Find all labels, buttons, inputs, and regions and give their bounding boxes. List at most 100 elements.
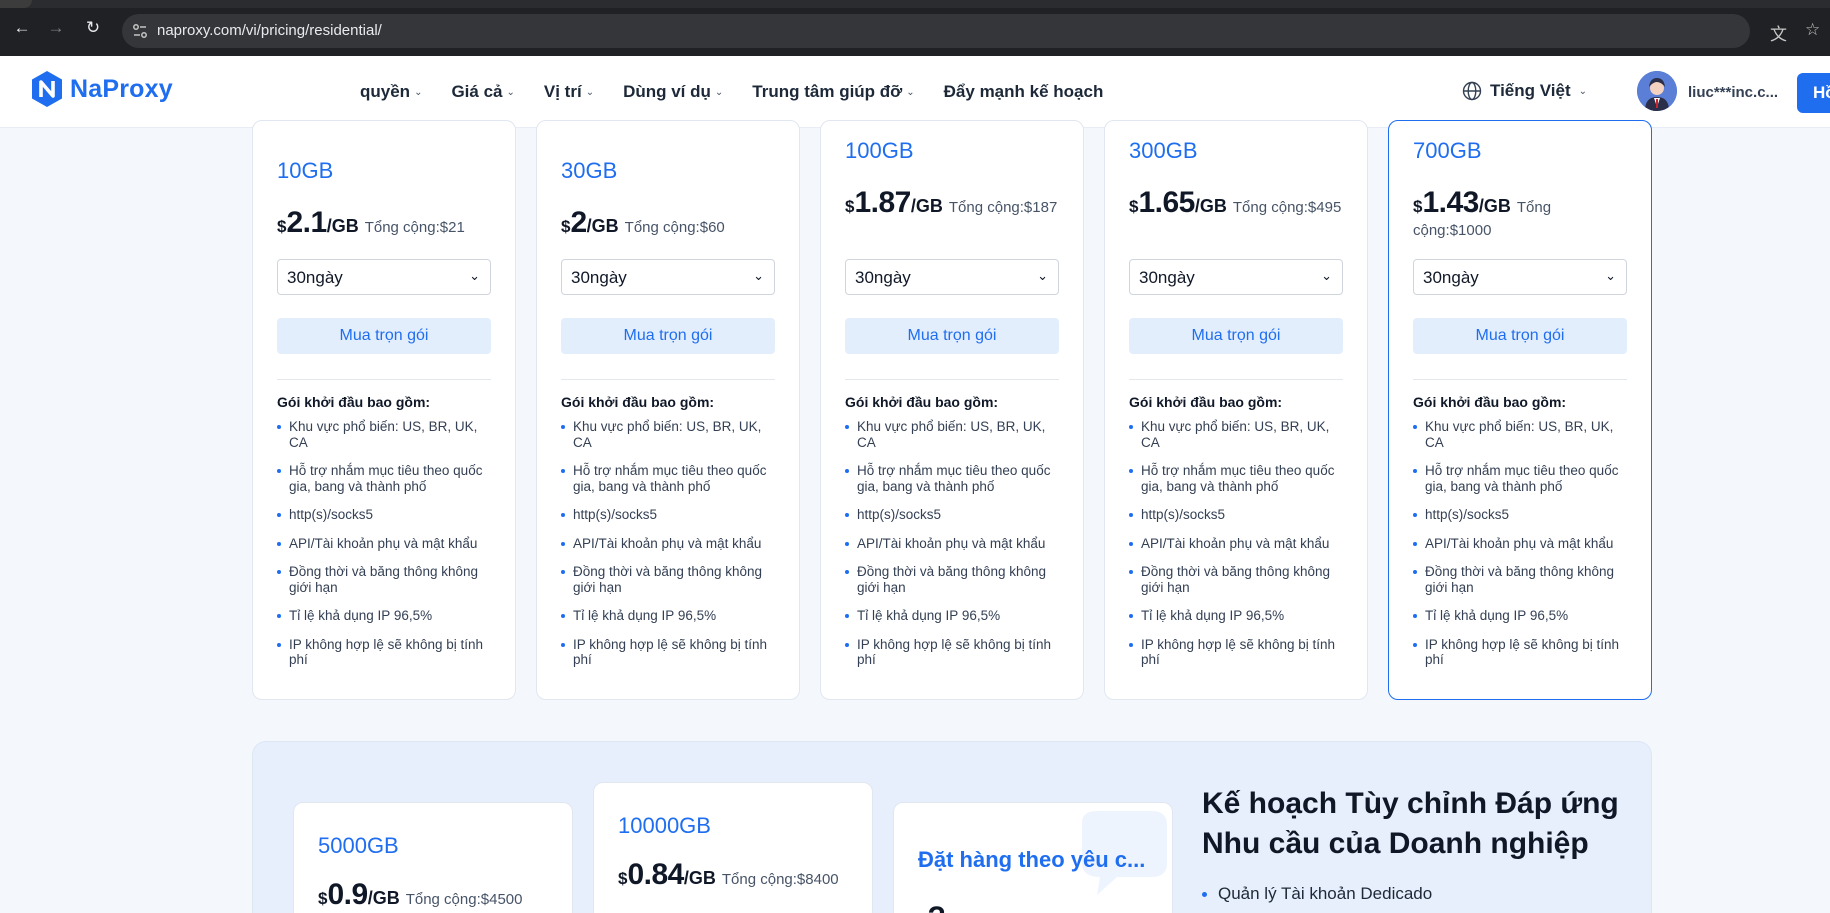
plan-card: 30GB $2/GB Tổng cộng:$60 30ngày ⌄ Mua trọn…: [536, 120, 800, 700]
nav-item-quyen[interactable]: quyền ⌄: [360, 82, 422, 102]
price-unit: /GB: [910, 196, 943, 216]
feature-item: IP không hợp lệ sẽ không bị tính phí: [277, 637, 491, 668]
buy-plan-button[interactable]: Mua trọn gói: [561, 318, 775, 354]
feature-list: Khu vực phổ biến: US, BR, UK, CA Hỗ trợ …: [845, 419, 1059, 681]
nav-item-help-center[interactable]: Trung tâm giúp đỡ ⌄: [752, 82, 914, 102]
feature-item: Đồng thời và băng thông không giới hạn: [1413, 564, 1627, 595]
user-name[interactable]: liuc***inc.c...: [1688, 84, 1778, 101]
console-button[interactable]: Hồ: [1797, 73, 1830, 113]
custom-price: $?: [918, 901, 946, 913]
feature-item: http(s)/socks5: [1129, 507, 1343, 523]
buy-plan-button[interactable]: Mua trọn gói: [845, 318, 1059, 354]
price-value: ?: [927, 901, 945, 913]
feature-item: Tỉ lệ khả dụng IP 96,5%: [845, 608, 1059, 624]
feature-item: Khu vực phổ biến: US, BR, UK, CA: [1129, 419, 1343, 450]
buy-plan-button[interactable]: Mua trọn gói: [1413, 318, 1627, 354]
feature-item: Khu vực phổ biến: US, BR, UK, CA: [1413, 419, 1627, 450]
forward-icon[interactable]: →: [46, 18, 66, 38]
logo-text: NaProxy: [70, 74, 173, 103]
back-icon[interactable]: ←: [12, 18, 32, 38]
enterprise-plan-card[interactable]: 10000GB $0.84/GB Tổng cộng:$8400: [593, 782, 873, 913]
duration-select[interactable]: 30ngày ⌄: [845, 259, 1059, 295]
browser-chrome: ← → ↻ naproxy.com/vi/pricing/residential…: [0, 0, 1830, 56]
duration-select[interactable]: 30ngày ⌄: [1129, 259, 1343, 295]
duration-select[interactable]: 30ngày ⌄: [1413, 259, 1627, 295]
translate-icon[interactable]: 文: [1770, 20, 1787, 45]
price-value: 1.43: [1422, 186, 1479, 219]
feature-item: API/Tài khoản phụ và mật khẩu: [561, 536, 775, 552]
includes-title: Gói khởi đầu bao gồm:: [845, 394, 999, 410]
custom-order-card[interactable]: Đặt hàng theo yêu c... $?: [893, 802, 1173, 913]
url-text[interactable]: naproxy.com/vi/pricing/residential/: [157, 22, 382, 39]
feature-list: Khu vực phổ biến: US, BR, UK, CA Hỗ trợ …: [561, 419, 775, 681]
reload-icon[interactable]: ↻: [83, 18, 103, 38]
tab-strip: [0, 0, 1830, 8]
feature-item: Hỗ trợ nhắm mục tiêu theo quốc gia, bang…: [1129, 463, 1343, 494]
duration-value: 30ngày: [1423, 268, 1479, 287]
feature-item: Hỗ trợ nhắm mục tiêu theo quốc gia, bang…: [1413, 463, 1627, 494]
chevron-down-icon: ⌄: [753, 268, 764, 283]
feature-item: API/Tài khoản phụ và mật khẩu: [1413, 536, 1627, 552]
price-value: 2: [570, 206, 587, 239]
enterprise-plan-card[interactable]: 5000GB $0.9/GB Tổng cộng:$4500: [293, 802, 573, 913]
price-value: 0.9: [327, 878, 368, 911]
price-total: Tổng cộng:$187: [948, 199, 1058, 216]
nav-label: Dùng ví dụ: [623, 82, 711, 101]
price-value: 0.84: [627, 858, 684, 891]
plan-price: $2/GB Tổng cộng:$60: [561, 208, 779, 239]
divider: [1129, 379, 1343, 380]
chevron-down-icon: ⌄: [906, 86, 915, 98]
feature-item: Đồng thời và băng thông không giới hạn: [277, 564, 491, 595]
price-unit: /GB: [367, 888, 400, 908]
buy-plan-button[interactable]: Mua trọn gói: [277, 318, 491, 354]
plan-card-featured: 700GB $1.43/GB Tổng cộng:$1000 30ngày ⌄ Mu…: [1388, 120, 1652, 700]
plan-price: $1.65/GB Tổng cộng:$495: [1129, 188, 1347, 219]
active-tab-edge[interactable]: [0, 0, 32, 8]
nav-item-locations[interactable]: Vị trí ⌄: [544, 82, 594, 102]
plan-card: 300GB $1.65/GB Tổng cộng:$495 30ngày ⌄ Mua…: [1104, 120, 1368, 700]
feature-item: Tỉ lệ khả dụng IP 96,5%: [277, 608, 491, 624]
feature-item: Hỗ trợ nhắm mục tiêu theo quốc gia, bang…: [845, 463, 1059, 494]
nav-item-promotion[interactable]: Đẩy mạnh kế hoạch: [944, 82, 1104, 102]
nav-label: quyền: [360, 82, 411, 101]
avatar[interactable]: [1637, 71, 1677, 111]
nav-label: Đẩy mạnh kế hoạch: [943, 82, 1104, 101]
feature-item: Khu vực phổ biến: US, BR, UK, CA: [845, 419, 1059, 450]
price-total: Tổng cộng:$8400: [721, 871, 839, 888]
language-selector[interactable]: Tiếng Việt ⌄: [1462, 81, 1587, 101]
language-label: Tiếng Việt: [1490, 81, 1571, 100]
plan-gb: 300GB: [1129, 138, 1198, 163]
nav-item-use-cases[interactable]: Dùng ví dụ ⌄: [623, 82, 723, 102]
logo[interactable]: NaProxy: [30, 70, 173, 108]
price-total: Tổng cộng:$21: [364, 219, 465, 236]
chevron-down-icon: ⌄: [1605, 268, 1616, 283]
chevron-down-icon: ⌄: [469, 268, 480, 283]
feature-item: Tỉ lệ khả dụng IP 96,5%: [1129, 608, 1343, 624]
feature-item: Tỉ lệ khả dụng IP 96,5%: [1413, 608, 1627, 624]
chevron-down-icon: ⌄: [1578, 85, 1588, 97]
includes-title: Gói khởi đầu bao gồm:: [561, 394, 715, 410]
enterprise-heading: Kế hoạch Tùy chỉnh Đáp ứng Nhu cầu của D…: [1202, 787, 1619, 860]
duration-select[interactable]: 30ngày ⌄: [561, 259, 775, 295]
plan-card: 10GB $2.1/GB Tổng cộng:$21 30ngày ⌄ Mua tr…: [252, 120, 516, 700]
feature-list: Khu vực phổ biến: US, BR, UK, CA Hỗ trợ …: [277, 419, 491, 681]
divider: [1413, 379, 1627, 380]
user-avatar-icon: [1637, 71, 1677, 111]
nav-item-pricing[interactable]: Giá cả ⌄: [451, 82, 514, 102]
duration-value: 30ngày: [855, 268, 911, 287]
feature-item: Tỉ lệ khả dụng IP 96,5%: [561, 608, 775, 624]
buy-plan-button[interactable]: Mua trọn gói: [1129, 318, 1343, 354]
price-total: Tổng cộng:$4500: [405, 891, 523, 908]
price-total: Tổng cộng:$495: [1232, 199, 1342, 216]
feature-item: Đồng thời và băng thông không giới hạn: [561, 564, 775, 595]
plan-price: $2.1/GB Tổng cộng:$21: [277, 208, 495, 239]
site-settings-icon[interactable]: [130, 21, 150, 41]
feature-item: Hỗ trợ nhắm mục tiêu theo quốc gia, bang…: [277, 463, 491, 494]
nav-label: Trung tâm giúp đỡ: [752, 82, 903, 101]
price-value: 1.65: [1138, 186, 1195, 219]
duration-select[interactable]: 30ngày ⌄: [277, 259, 491, 295]
bookmark-star-icon[interactable]: ☆: [1805, 20, 1820, 40]
plan-gb: 5000GB: [318, 833, 399, 858]
duration-value: 30ngày: [571, 268, 627, 287]
divider: [277, 379, 491, 380]
